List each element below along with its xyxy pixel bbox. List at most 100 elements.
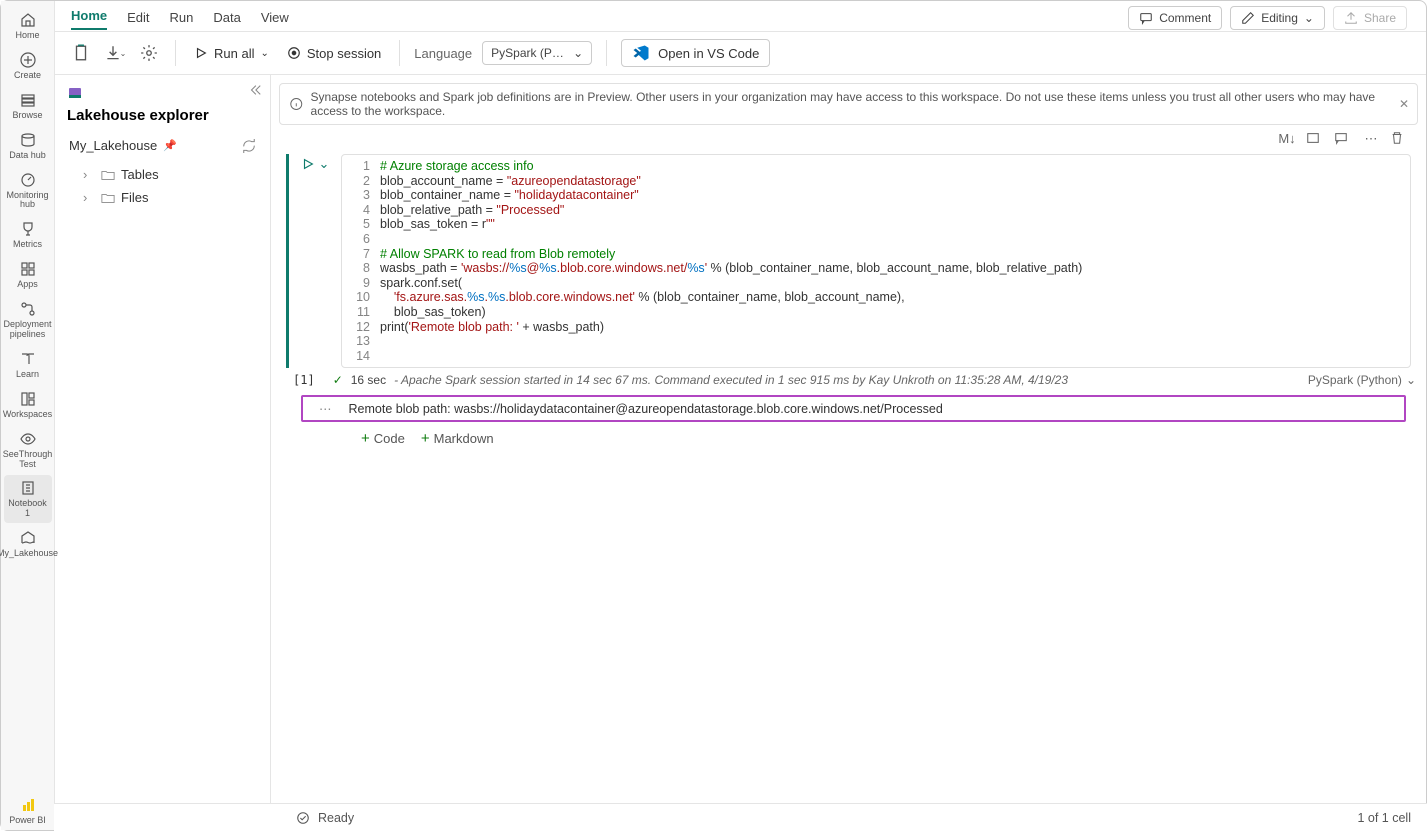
cell-output: ⋯ Remote blob path: wasbs://holidaydatac… bbox=[301, 395, 1406, 422]
nav-home[interactable]: Home bbox=[4, 7, 52, 45]
status-ready: Ready bbox=[318, 811, 354, 825]
editing-button[interactable]: Editing⌄ bbox=[1230, 6, 1325, 30]
workspaces-icon bbox=[19, 390, 37, 408]
nav-seethrough[interactable]: SeeThrough Test bbox=[4, 426, 52, 474]
run-dropdown-button[interactable]: ⌄ bbox=[319, 156, 330, 172]
nav-lakehouse[interactable]: My_Lakehouse bbox=[4, 525, 52, 563]
main-area: Comment Editing⌄ Share Home Edit Run Dat… bbox=[55, 1, 1426, 830]
tab-edit[interactable]: Edit bbox=[127, 5, 149, 30]
plus-circle-icon bbox=[19, 51, 37, 69]
nav-pipelines[interactable]: Deployment pipelines bbox=[4, 296, 52, 344]
collapse-sidebar-button[interactable] bbox=[248, 83, 262, 97]
add-markdown-button[interactable]: +Markdown bbox=[421, 430, 494, 447]
top-right-buttons: Comment Editing⌄ Share bbox=[1128, 6, 1407, 30]
grid-icon bbox=[19, 260, 37, 278]
execution-status: [1] ✓ 16 sec - Apache Spark session star… bbox=[271, 369, 1426, 391]
lakehouse-sidebar: Lakehouse explorer My_Lakehouse📌 ›Tables… bbox=[55, 75, 271, 830]
open-vscode-button[interactable]: Open in VS Code bbox=[621, 39, 770, 67]
notebook-icon bbox=[19, 479, 37, 497]
eye-icon bbox=[19, 430, 37, 448]
pin-icon[interactable]: 📌 bbox=[163, 139, 177, 152]
pipeline-icon bbox=[19, 300, 37, 318]
output-text: Remote blob path: wasbs://holidaydatacon… bbox=[349, 402, 943, 416]
plus-icon: + bbox=[361, 430, 370, 447]
comment-button[interactable]: Comment bbox=[1128, 6, 1222, 30]
gauge-icon bbox=[19, 171, 37, 189]
nav-browse[interactable]: Browse bbox=[4, 87, 52, 125]
run-all-button[interactable]: Run all⌄ bbox=[190, 46, 273, 61]
trophy-icon bbox=[19, 220, 37, 238]
comments-icon[interactable] bbox=[1334, 131, 1352, 147]
status-bar: Ready 1 of 1 cell bbox=[54, 803, 1427, 831]
nav-datahub[interactable]: Data hub bbox=[4, 127, 52, 165]
cell-toolbar: M↓ ⋯ bbox=[271, 125, 1426, 149]
delete-icon[interactable] bbox=[1390, 131, 1408, 147]
toolbar: ⌄ Run all⌄ Stop session Language PySpark… bbox=[55, 31, 1426, 75]
gear-icon[interactable] bbox=[137, 41, 161, 65]
download-icon[interactable]: ⌄ bbox=[103, 41, 127, 65]
tab-run[interactable]: Run bbox=[170, 5, 194, 30]
code-editor[interactable]: 1234567891011121314 # Azure storage acce… bbox=[342, 155, 1410, 367]
home-icon bbox=[19, 11, 37, 29]
ready-icon bbox=[296, 811, 310, 825]
check-icon: ✓ bbox=[333, 373, 343, 387]
add-code-button[interactable]: +Code bbox=[361, 430, 405, 447]
plus-icon: + bbox=[421, 430, 430, 447]
code-cell[interactable]: ⌄ 1234567891011121314 # Azure storage ac… bbox=[285, 153, 1412, 369]
stack-icon bbox=[19, 91, 37, 109]
stop-session-button[interactable]: Stop session bbox=[283, 46, 385, 61]
language-select[interactable]: PySpark (Pytho...⌄ bbox=[482, 41, 592, 65]
share-button: Share bbox=[1333, 6, 1407, 30]
cell-count: 1 of 1 cell bbox=[1357, 811, 1411, 825]
powerbi-icon bbox=[19, 796, 37, 814]
nav-create[interactable]: Create bbox=[4, 47, 52, 85]
nav-powerbi[interactable]: Power BI bbox=[4, 792, 52, 830]
nav-metrics[interactable]: Metrics bbox=[4, 216, 52, 254]
tab-view[interactable]: View bbox=[261, 5, 289, 30]
language-label: Language bbox=[414, 46, 472, 61]
tab-data[interactable]: Data bbox=[213, 5, 240, 30]
code-content[interactable]: # Azure storage access infoblob_account_… bbox=[380, 159, 1082, 363]
content-row: Lakehouse explorer My_Lakehouse📌 ›Tables… bbox=[55, 75, 1426, 830]
folder-icon bbox=[101, 192, 115, 204]
chevron-down-icon: ⌄ bbox=[1406, 373, 1416, 387]
close-info-button[interactable]: ✕ bbox=[1399, 97, 1409, 111]
cell-body: 1234567891011121314 # Azure storage acce… bbox=[341, 154, 1411, 368]
toggle-icon[interactable] bbox=[1306, 131, 1324, 147]
nav-notebook[interactable]: Notebook 1 bbox=[4, 475, 52, 523]
output-more-button[interactable]: ⋯ bbox=[319, 401, 333, 416]
lakehouse-small-icon bbox=[67, 85, 83, 101]
exec-message: - Apache Spark session started in 14 sec… bbox=[394, 373, 1068, 387]
tab-home[interactable]: Home bbox=[71, 3, 107, 30]
refresh-icon[interactable] bbox=[242, 139, 256, 153]
nav-rail: Home Create Browse Data hub Monitoring h… bbox=[1, 1, 55, 830]
cell-gutter: ⌄ bbox=[289, 154, 341, 368]
folder-icon bbox=[101, 169, 115, 181]
chevron-down-icon: ⌄ bbox=[573, 46, 583, 60]
markdown-toggle-icon[interactable]: M↓ bbox=[1278, 131, 1296, 147]
tree-tables[interactable]: ›Tables bbox=[67, 163, 258, 186]
add-cell-buttons: +Code +Markdown bbox=[271, 422, 1426, 447]
nav-apps[interactable]: Apps bbox=[4, 256, 52, 294]
chevron-down-icon: ⌄ bbox=[1304, 11, 1314, 25]
lakehouse-icon bbox=[19, 529, 37, 547]
line-numbers: 1234567891011121314 bbox=[342, 159, 380, 363]
cell-language-select[interactable]: PySpark (Python)⌄ bbox=[1308, 373, 1416, 387]
chevron-right-icon: › bbox=[83, 167, 95, 182]
lakehouse-root[interactable]: My_Lakehouse📌 bbox=[67, 134, 258, 157]
clipboard-icon[interactable] bbox=[69, 41, 93, 65]
more-icon[interactable]: ⋯ bbox=[1362, 131, 1380, 147]
book-icon bbox=[19, 350, 37, 368]
exec-index: [1] bbox=[293, 373, 315, 387]
info-icon bbox=[290, 97, 303, 111]
notebook-canvas: Synapse notebooks and Spark job definiti… bbox=[271, 75, 1426, 830]
exec-duration: 16 sec bbox=[351, 373, 386, 387]
vscode-icon bbox=[632, 44, 650, 62]
chevron-down-icon: ⌄ bbox=[260, 48, 268, 59]
chevron-right-icon: › bbox=[83, 190, 95, 205]
nav-monitoring[interactable]: Monitoring hub bbox=[4, 167, 52, 215]
run-cell-button[interactable] bbox=[301, 157, 315, 171]
nav-workspaces[interactable]: Workspaces bbox=[4, 386, 52, 424]
tree-files[interactable]: ›Files bbox=[67, 186, 258, 209]
nav-learn[interactable]: Learn bbox=[4, 346, 52, 384]
